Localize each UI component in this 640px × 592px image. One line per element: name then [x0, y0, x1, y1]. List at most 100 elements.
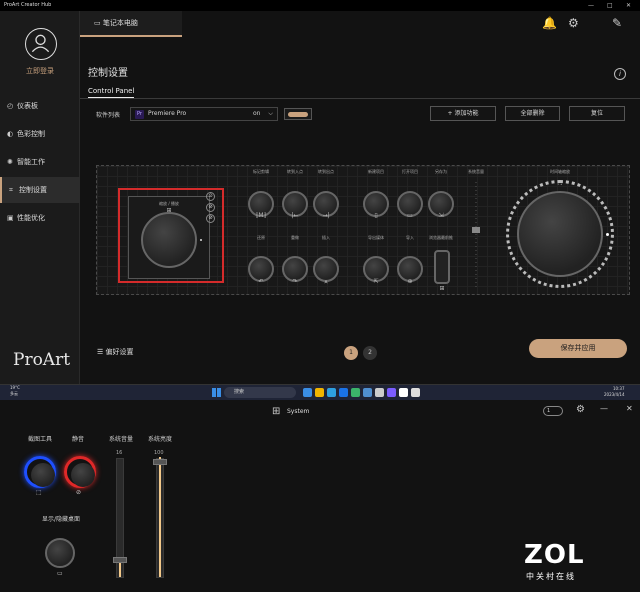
- mute-button[interactable]: [64, 456, 96, 488]
- volume-thumb: [113, 556, 127, 563]
- save-apply-button[interactable]: 保存并应用: [529, 339, 627, 358]
- redo-icon: ↷: [292, 278, 298, 285]
- settings-gear-icon[interactable]: ⚙: [576, 404, 585, 415]
- page-title: 控制设置: [88, 68, 128, 79]
- mark-icon: ⟦M⟧: [255, 212, 267, 219]
- taskbar-app-icon[interactable]: [363, 388, 372, 397]
- new-file-icon: ▯: [374, 212, 378, 219]
- gear-icon[interactable]: ⚙: [568, 16, 579, 30]
- sidebar-item-performance[interactable]: ▣ 性能优化: [0, 205, 80, 231]
- btn-label: 插入: [322, 235, 330, 240]
- info-icon[interactable]: i: [614, 68, 626, 80]
- chevron-down-icon: ⌵: [268, 110, 273, 117]
- taskbar-app-icon[interactable]: [351, 388, 360, 397]
- minimize-button[interactable]: —: [600, 404, 608, 413]
- sidebar-item-control[interactable]: ⌗ 控制设置: [0, 177, 80, 203]
- close-button[interactable]: ✕: [626, 404, 633, 413]
- system-title: System: [287, 408, 310, 415]
- sidebar-item-smart-work[interactable]: ✺ 智能工作: [0, 149, 80, 175]
- sidebar-item-dashboard[interactable]: ◴ 仪表板: [0, 93, 80, 119]
- software-list-label: 软件列表: [96, 112, 121, 119]
- minimize-button[interactable]: —: [588, 0, 594, 11]
- save-as-icon: ⇲: [438, 212, 444, 219]
- close-button[interactable]: ✕: [626, 0, 631, 11]
- big-dial-label: 时间轴缩放: [550, 169, 570, 174]
- dashboard-icon: ◴: [7, 102, 14, 110]
- brightness-label: 系统亮度: [148, 436, 173, 443]
- snip-icon: ⬚: [36, 489, 42, 496]
- feedback-icon[interactable]: ✎: [612, 16, 622, 30]
- color-icon: ◐: [7, 130, 14, 138]
- show-desktop-button[interactable]: [45, 538, 75, 568]
- clock: 10:37 2023/4/14: [604, 386, 625, 397]
- watermark-logo: ZOL: [524, 540, 585, 570]
- delete-all-button[interactable]: 全部删除: [505, 106, 560, 121]
- brightness-track[interactable]: [153, 457, 167, 578]
- taskbar-search[interactable]: 搜索: [224, 387, 296, 398]
- mute-icon: ⊘: [76, 489, 82, 496]
- volume-label: 系统音量: [109, 436, 134, 443]
- taskbar-app-icon[interactable]: [303, 388, 312, 397]
- taskbar-app-icon[interactable]: [315, 388, 324, 397]
- on-label: on ⌵: [253, 110, 273, 117]
- undo-icon: ↶: [258, 278, 264, 285]
- touchbar-button[interactable]: [434, 250, 450, 284]
- reset-button[interactable]: 复位: [569, 106, 625, 121]
- snipping-tool-button[interactable]: [24, 456, 56, 488]
- slider-label: 系统音量: [468, 169, 484, 174]
- taskbar-app-icon[interactable]: [387, 388, 396, 397]
- start-icon[interactable]: [212, 388, 221, 397]
- taskbar-app-icon[interactable]: [339, 388, 348, 397]
- enable-toggle[interactable]: [284, 108, 312, 120]
- sliders-icon: ☰: [97, 348, 104, 356]
- btn-label: 转到出点: [318, 169, 334, 174]
- login-link[interactable]: 立即登录: [0, 66, 80, 76]
- taskbar-app-icon[interactable]: [327, 388, 336, 397]
- big-dial-knob[interactable]: [517, 191, 603, 277]
- taskbar-app-icon[interactable]: [399, 388, 408, 397]
- sidebar-item-color[interactable]: ◐ 色彩控制: [0, 121, 80, 147]
- folder-icon: ▭: [407, 212, 413, 219]
- smart-work-icon: ✺: [7, 158, 13, 166]
- control-icon: ⌗: [9, 186, 13, 194]
- taskbar-app-icon[interactable]: [375, 388, 384, 397]
- import-icon: ⊕: [407, 278, 413, 285]
- divider: [80, 98, 640, 99]
- laptop-icon: ▭: [94, 19, 103, 27]
- tool-label: 截图工具: [28, 436, 53, 443]
- avatar-icon[interactable]: [25, 28, 57, 60]
- add-function-button[interactable]: + 添加功能: [430, 106, 496, 121]
- big-dial-indicator: [606, 233, 609, 236]
- brightness-value: 100: [154, 450, 164, 456]
- maximize-button[interactable]: □: [607, 0, 613, 11]
- preferences-link[interactable]: ☰ 偏好设置: [97, 347, 134, 357]
- dial-highlight-box: [118, 188, 224, 283]
- page-1-button[interactable]: 1: [344, 346, 358, 360]
- go-in-icon: |←: [291, 212, 299, 219]
- insert-icon: ⩓: [324, 278, 328, 285]
- tab-laptop[interactable]: ▭ 笔记本电脑: [80, 11, 182, 37]
- profile-toggle[interactable]: 1: [543, 406, 563, 416]
- brand-logo: ProArt: [13, 350, 71, 370]
- bell-icon[interactable]: 🔔: [542, 16, 557, 30]
- weather-widget[interactable]: 19°C 多云: [10, 385, 20, 397]
- go-out-icon: →|: [322, 212, 330, 219]
- volume-slider[interactable]: [472, 180, 480, 290]
- grid-icon: ⊞: [272, 406, 281, 417]
- desktop-label: 显示/隐藏桌面: [42, 516, 81, 523]
- btn-label: 另存为: [435, 169, 447, 174]
- mute-label: 静音: [72, 436, 85, 443]
- performance-icon: ▣: [7, 214, 14, 222]
- volume-track[interactable]: [113, 458, 127, 578]
- watermark-sub: 中关村在线: [526, 572, 576, 581]
- desktop-icon: ▭: [57, 570, 63, 577]
- window-title-bar: ProArt Creator Hub: [0, 0, 640, 11]
- window-icon: ⊞: [439, 285, 445, 292]
- brightness-fill: [159, 457, 161, 577]
- window-title: ProArt Creator Hub: [4, 2, 52, 8]
- slider-thumb: [472, 227, 480, 233]
- taskbar-app-icon[interactable]: [411, 388, 420, 397]
- page-2-button[interactable]: 2: [363, 346, 377, 360]
- volume-value: 16: [116, 450, 123, 456]
- brightness-thumb: [153, 459, 167, 465]
